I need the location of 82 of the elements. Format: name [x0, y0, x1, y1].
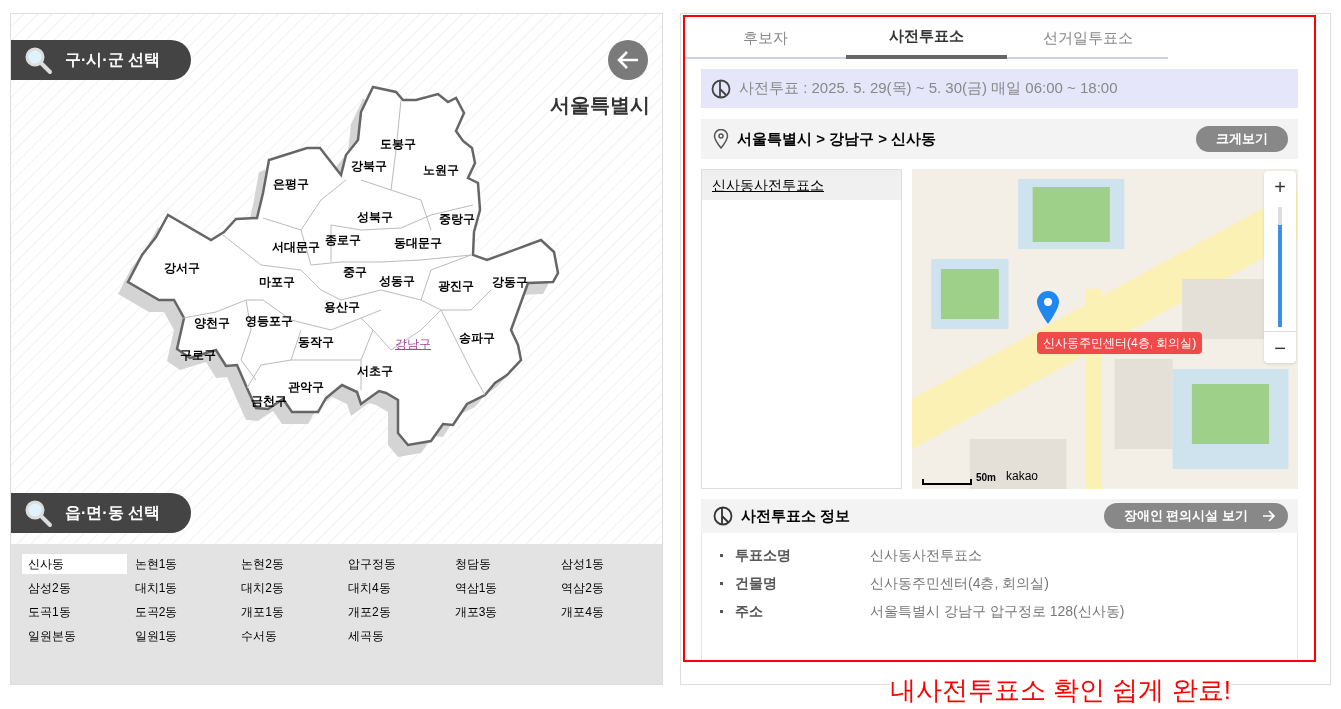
- enlarge-button[interactable]: 크게보기: [1196, 126, 1288, 152]
- dong-item[interactable]: 도곡1동: [22, 602, 127, 622]
- info-label: 건물명: [735, 574, 778, 593]
- district-label[interactable]: 강서구: [164, 259, 200, 277]
- district-label[interactable]: 관악구: [288, 378, 324, 396]
- district-label[interactable]: 양천구: [194, 314, 230, 332]
- dong-item[interactable]: 세곡동: [342, 626, 447, 646]
- district-label[interactable]: 강남구: [395, 335, 431, 353]
- district-label[interactable]: 종로구: [325, 231, 361, 249]
- bullet: [720, 554, 723, 557]
- info-label: 투표소명: [735, 546, 792, 565]
- district-label[interactable]: 중구: [343, 263, 367, 281]
- district-label[interactable]: 송파구: [459, 329, 495, 347]
- scale-label: 50m: [976, 471, 996, 485]
- scale-bar: [922, 479, 972, 485]
- arrow-left-icon: [616, 50, 640, 70]
- location-path: 서울특별시 > 강남구 > 신사동: [737, 128, 938, 149]
- district-label[interactable]: 영등포구: [245, 312, 293, 330]
- district-label[interactable]: 은평구: [273, 175, 309, 193]
- info-value: 신사동사전투표소: [870, 546, 982, 565]
- district-label[interactable]: 광진구: [438, 277, 474, 295]
- info-value: 서울특별시 강남구 압구정로 128(신사동): [870, 602, 1125, 621]
- dong-item[interactable]: 논현1동: [128, 554, 234, 574]
- dong-item[interactable]: 개포4동: [555, 602, 661, 622]
- district-label[interactable]: 중랑구: [439, 210, 475, 228]
- dong-item[interactable]: 신사동: [22, 554, 127, 574]
- station-item[interactable]: 신사동사전투표소: [702, 170, 901, 200]
- dong-item[interactable]: 청담동: [448, 554, 554, 574]
- city-name: 서울특별시: [550, 93, 650, 118]
- district-label[interactable]: 성동구: [379, 272, 415, 290]
- district-label[interactable]: 용산구: [324, 298, 360, 316]
- district-label[interactable]: 구로구: [180, 346, 216, 364]
- dong-item[interactable]: 압구정동: [342, 554, 447, 574]
- tab[interactable]: 선거일투표소: [1007, 17, 1168, 59]
- map-logo: kakao: [1006, 468, 1039, 485]
- district-label[interactable]: 도봉구: [380, 135, 416, 153]
- dong-item[interactable]: 도곡2동: [128, 602, 234, 622]
- marker-label: 신사동주민센터(4층, 회의실): [1037, 332, 1203, 354]
- dong-item[interactable]: 역삼2동: [555, 578, 661, 598]
- accessibility-button[interactable]: 장애인 편의시설 보기: [1103, 503, 1288, 529]
- ballot-mark-icon: [711, 78, 731, 99]
- dong-item[interactable]: 대치2동: [235, 578, 341, 598]
- dong-item[interactable]: 개포2동: [342, 602, 447, 622]
- dong-item[interactable]: 개포3동: [448, 602, 554, 622]
- dong-item[interactable]: 수서동: [235, 626, 341, 646]
- tab[interactable]: 사전투표소: [846, 17, 1007, 59]
- district-label[interactable]: 동대문구: [394, 234, 442, 252]
- notice-text: 사전투표 : 2025. 5. 29(목) ~ 5. 30(금) 매일 06:00 ~ 18:00: [739, 78, 1118, 99]
- dong-item[interactable]: 개포1동: [235, 602, 341, 622]
- dong-item[interactable]: 대치1동: [128, 578, 234, 598]
- back-button[interactable]: [608, 40, 648, 80]
- dong-item[interactable]: 일원1동: [128, 626, 234, 646]
- section-title: 읍·면·동 선택: [65, 503, 161, 523]
- bullet: [720, 582, 723, 585]
- dong-item[interactable]: 역삼1동: [448, 578, 554, 598]
- location-pin-icon: [1036, 291, 1060, 325]
- district-label[interactable]: 동작구: [298, 333, 334, 351]
- ballot-mark-icon: [713, 506, 733, 526]
- district-label[interactable]: 서대문구: [272, 238, 320, 256]
- zoom-in-button[interactable]: +: [1264, 171, 1296, 203]
- district-label[interactable]: 노원구: [423, 161, 459, 179]
- section-title: 구·시·군 선택: [65, 50, 161, 70]
- location-pin-icon: [713, 129, 729, 149]
- tab[interactable]: 후보자: [685, 17, 846, 59]
- info-label: 주소: [735, 602, 764, 621]
- district-label[interactable]: 마포구: [259, 273, 295, 291]
- arrow-right-icon: [1262, 510, 1276, 522]
- district-label[interactable]: 강북구: [351, 157, 387, 175]
- dong-item[interactable]: 삼성1동: [555, 554, 661, 574]
- dong-item[interactable]: 삼성2동: [22, 578, 127, 598]
- district-label[interactable]: 서초구: [357, 362, 393, 380]
- bullet: [720, 610, 723, 613]
- dong-item[interactable]: 대치4동: [342, 578, 447, 598]
- magnifier-icon: [23, 45, 53, 75]
- zoom-out-button[interactable]: −: [1264, 331, 1296, 363]
- district-label[interactable]: 강동구: [492, 273, 528, 291]
- info-value: 신사동주민센터(4층, 회의실): [870, 574, 1049, 593]
- district-label[interactable]: 성북구: [357, 208, 393, 226]
- dong-item[interactable]: 일원본동: [22, 626, 127, 646]
- dong-item[interactable]: 논현2동: [235, 554, 341, 574]
- info-title: 사전투표소 정보: [741, 505, 852, 526]
- magnifier-icon: [23, 498, 53, 528]
